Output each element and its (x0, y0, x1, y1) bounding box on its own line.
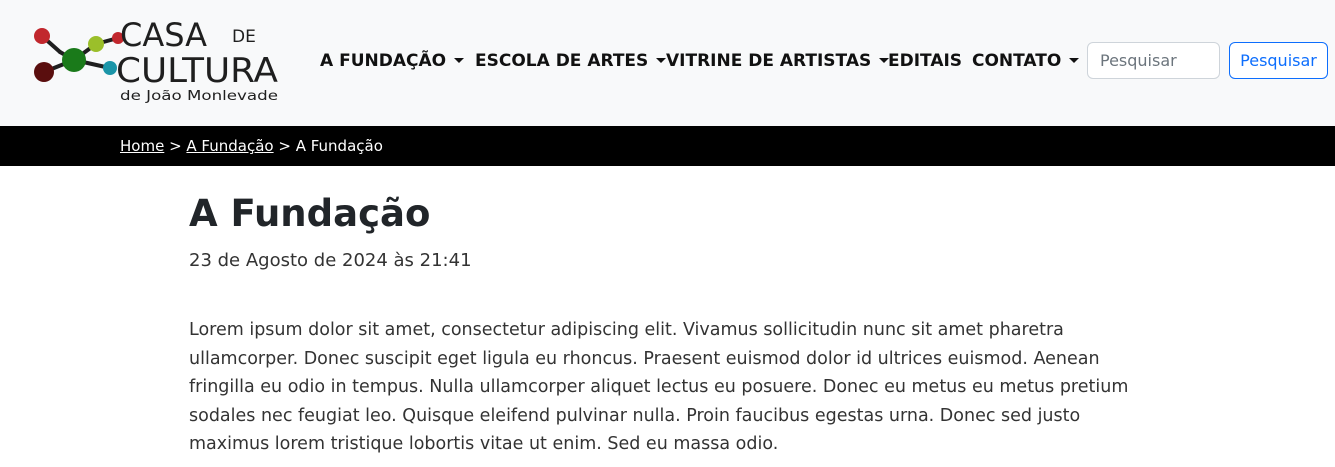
nav-editais-label: EDITAIS (888, 51, 963, 71)
nav-contato[interactable]: CONTATO (972, 48, 1080, 74)
nav-escola-de-artes-label: ESCOLA DE ARTES (475, 51, 649, 71)
logo-text-de: DE (232, 27, 256, 47)
breadcrumb-bar: Home > A Fundação > A Fundação (0, 126, 1335, 166)
breadcrumb-parent-link[interactable]: A Fundação (186, 137, 273, 155)
nav-contato-label: CONTATO (972, 51, 1062, 71)
chevron-down-icon (656, 58, 667, 63)
nav-vitrine-de-artistas-label: VITRINE DE ARTISTAS (666, 51, 872, 71)
nav-a-fundacao[interactable]: A FUNDAÇÃO (320, 48, 465, 74)
chevron-down-icon (454, 58, 465, 63)
page-title: A Fundação (189, 192, 431, 235)
nav-editais[interactable]: EDITAIS (888, 48, 962, 74)
nav-escola-de-artes[interactable]: ESCOLA DE ARTES (475, 48, 667, 74)
nav-vitrine-de-artistas[interactable]: VITRINE DE ARTISTAS (666, 48, 890, 74)
nav-a-fundacao-label: A FUNDAÇÃO (320, 51, 447, 71)
logo-text-subtitle: de João Monlevade (120, 89, 278, 104)
breadcrumb-current: A Fundação (295, 137, 383, 155)
post-body: Lorem ipsum dolor sit amet, consectetur … (189, 320, 1129, 455)
breadcrumb-home-link[interactable]: Home (120, 137, 164, 155)
logo-text-cultura: CULTURA (116, 51, 278, 91)
top-navbar: CASA DE CULTURA de João Monlevade A FUND… (0, 0, 1335, 126)
logo-text-casa: CASA (120, 16, 207, 54)
breadcrumb-separator: > (164, 137, 187, 155)
post-date: 23 de Agosto de 2024 às 21:41 (189, 250, 472, 271)
breadcrumb-separator: > (273, 137, 296, 155)
search-button[interactable]: Pesquisar (1229, 42, 1328, 79)
logo-graphic: CASA DE CULTURA de João Monlevade (34, 16, 278, 104)
chevron-down-icon (1069, 58, 1080, 63)
site-logo[interactable]: CASA DE CULTURA de João Monlevade (28, 12, 284, 104)
search-input[interactable] (1087, 42, 1220, 79)
breadcrumb: Home > A Fundação > A Fundação (120, 136, 383, 156)
